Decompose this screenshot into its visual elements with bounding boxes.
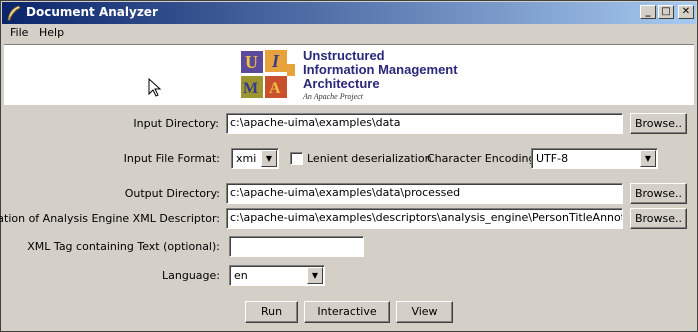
close-icon: ✕ [681,6,691,17]
uima-title-line3: Architecture [303,76,380,91]
lenient-label: Lenient deserialization [307,152,432,165]
input-directory-field[interactable]: c:\apache-uima\examples\data [226,113,623,134]
chevron-down-icon[interactable]: ▼ [640,150,656,167]
input-format-label: Input File Format: [123,152,220,165]
maximize-button[interactable]: □ [658,5,674,19]
language-value: en [234,269,248,282]
menu-help[interactable]: Help [39,26,64,39]
menu-file[interactable]: File [10,26,28,39]
encoding-value: UTF-8 [536,152,569,165]
uima-title-line2: Information Management [303,62,458,77]
logo-letter-i: I [271,51,280,71]
input-directory-label: Input Directory: [133,117,219,130]
encoding-label: Character Encoding: [427,152,540,165]
xml-tag-field[interactable] [229,236,364,257]
document-analyzer-window: Document Analyzer _ □ ✕ File Help U I M … [0,0,698,332]
descriptor-label: Location of Analysis Engine XML Descript… [0,212,220,225]
interactive-button[interactable]: Interactive [304,301,390,323]
run-button[interactable]: Run [245,301,298,323]
feather-icon [7,5,21,21]
lenient-checkbox[interactable] [290,152,303,165]
chevron-down-icon[interactable]: ▼ [307,267,323,284]
logo-letter-a: A [269,80,281,97]
input-format-value: xmi [236,152,257,165]
chevron-down-icon[interactable]: ▼ [261,150,277,167]
output-directory-label: Output Directory: [124,187,220,200]
uima-title-line1: Unstructured [303,48,385,63]
minimize-icon: _ [645,6,651,17]
language-select[interactable]: en ▼ [229,265,325,286]
uima-logo: U I M A [241,50,295,98]
menu-bar: File Help [2,24,696,43]
close-button[interactable]: ✕ [678,5,694,19]
apache-tagline: An Apache Project [303,92,363,101]
output-directory-field[interactable]: c:\apache-uima\examples\data\processed [226,183,623,204]
encoding-select[interactable]: UTF-8 ▼ [531,148,658,169]
mouse-cursor-icon [148,78,162,97]
output-browse-button[interactable]: Browse.. [630,183,687,204]
xml-tag-label: XML Tag containing Text (optional): [27,240,220,253]
input-format-select[interactable]: xmi ▼ [231,148,279,169]
uima-title: Unstructured Information Management Arch… [303,49,458,91]
descriptor-field[interactable]: c:\apache-uima\examples\descriptors\anal… [226,208,623,229]
logo-letter-u: U [245,52,258,72]
window-title: Document Analyzer [26,5,158,19]
uima-banner: U I M A Unstructured Information Managem… [4,44,694,105]
view-button[interactable]: View [396,301,453,323]
title-bar[interactable]: Document Analyzer _ □ ✕ [2,2,696,24]
logo-letter-m: M [243,80,258,97]
language-label: Language: [162,269,220,282]
input-browse-button[interactable]: Browse.. [630,113,687,134]
maximize-icon: □ [661,6,671,17]
descriptor-browse-button[interactable]: Browse.. [630,208,687,229]
minimize-button[interactable]: _ [640,5,656,19]
